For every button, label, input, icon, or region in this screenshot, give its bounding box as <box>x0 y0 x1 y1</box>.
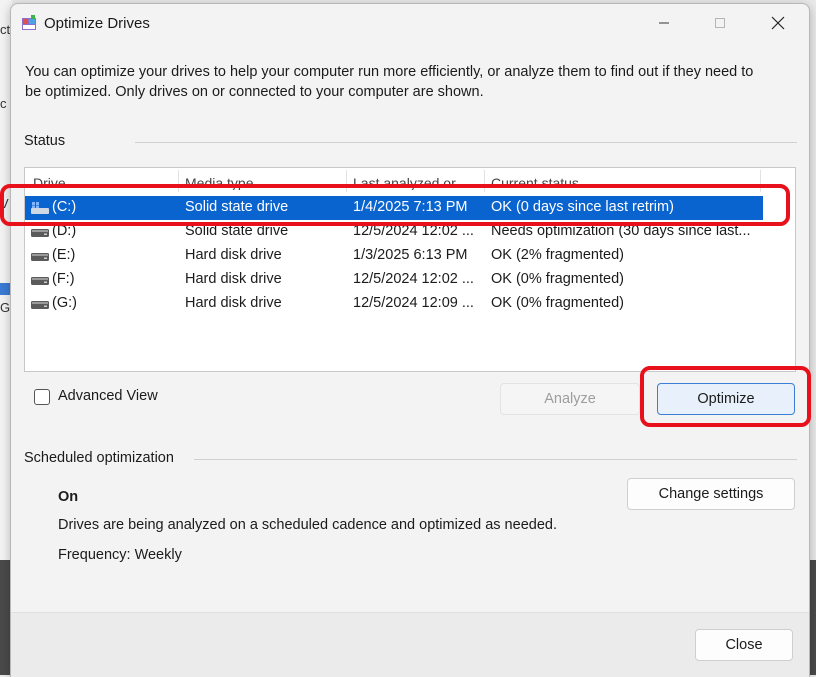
optimize-drives-window: Optimize Drives You can optimize your dr… <box>10 3 810 677</box>
title-bar[interactable]: Optimize Drives <box>11 4 809 42</box>
scheduled-divider <box>194 459 797 460</box>
current-status: OK (2% fragmented) <box>491 247 624 263</box>
drive-icon <box>31 301 49 309</box>
analyze-button[interactable]: Analyze <box>500 383 640 415</box>
drive-letter: (G:) <box>52 295 77 311</box>
schedule-frequency: Frequency: Weekly <box>58 547 182 563</box>
close-icon <box>771 16 785 30</box>
maximize-button[interactable] <box>697 4 743 42</box>
current-status: OK (0% fragmented) <box>491 271 624 287</box>
background-text-fragment: ct <box>0 22 11 37</box>
last-analyzed: 1/3/2025 6:13 PM <box>353 247 468 263</box>
drive-letter: (E:) <box>52 247 76 263</box>
last-analyzed: 12/5/2024 12:02 ... <box>353 271 474 287</box>
schedule-description: Drives are being analyzed on a scheduled… <box>58 517 557 533</box>
advanced-view-label[interactable]: Advanced View <box>58 388 158 404</box>
minimize-icon <box>659 22 669 24</box>
minimize-button[interactable] <box>641 4 687 42</box>
current-status: OK (0% fragmented) <box>491 295 624 311</box>
drive-letter: (F:) <box>52 271 75 287</box>
drive-row-g[interactable]: (G:) Hard disk drive 12/5/2024 12:09 ...… <box>25 292 763 316</box>
description-text: You can optimize your drives to help you… <box>25 64 754 100</box>
drive-icon <box>31 277 49 285</box>
media-type: Hard disk drive <box>185 247 282 263</box>
window-title: Optimize Drives <box>44 15 150 32</box>
close-window-button[interactable] <box>755 4 801 42</box>
drive-icon <box>31 229 49 237</box>
media-type: Hard disk drive <box>185 271 282 287</box>
schedule-state: On <box>58 489 79 505</box>
scheduled-section-label: Scheduled optimization <box>24 450 174 466</box>
last-analyzed: 12/5/2024 12:09 ... <box>353 295 474 311</box>
status-divider <box>135 142 797 143</box>
background-text-fragment: c <box>0 96 7 111</box>
advanced-view-checkbox[interactable] <box>34 389 50 405</box>
change-settings-button[interactable]: Change settings <box>627 478 795 510</box>
status-section-label: Status <box>24 133 66 149</box>
dialog-footer: Close <box>11 612 809 677</box>
defrag-app-icon <box>22 15 36 30</box>
maximize-icon <box>715 18 725 28</box>
background-text-fragment: G <box>0 300 11 315</box>
highlight-outline-optimize-button <box>640 366 811 427</box>
close-button[interactable]: Close <box>695 629 793 661</box>
media-type: Hard disk drive <box>185 295 282 311</box>
drive-row-e[interactable]: (E:) Hard disk drive 1/3/2025 6:13 PM OK… <box>25 244 763 268</box>
drive-row-f[interactable]: (F:) Hard disk drive 12/5/2024 12:02 ...… <box>25 268 763 292</box>
highlight-outline-selected-drive <box>0 184 790 226</box>
background-selection <box>0 283 10 295</box>
drive-icon <box>31 253 49 261</box>
